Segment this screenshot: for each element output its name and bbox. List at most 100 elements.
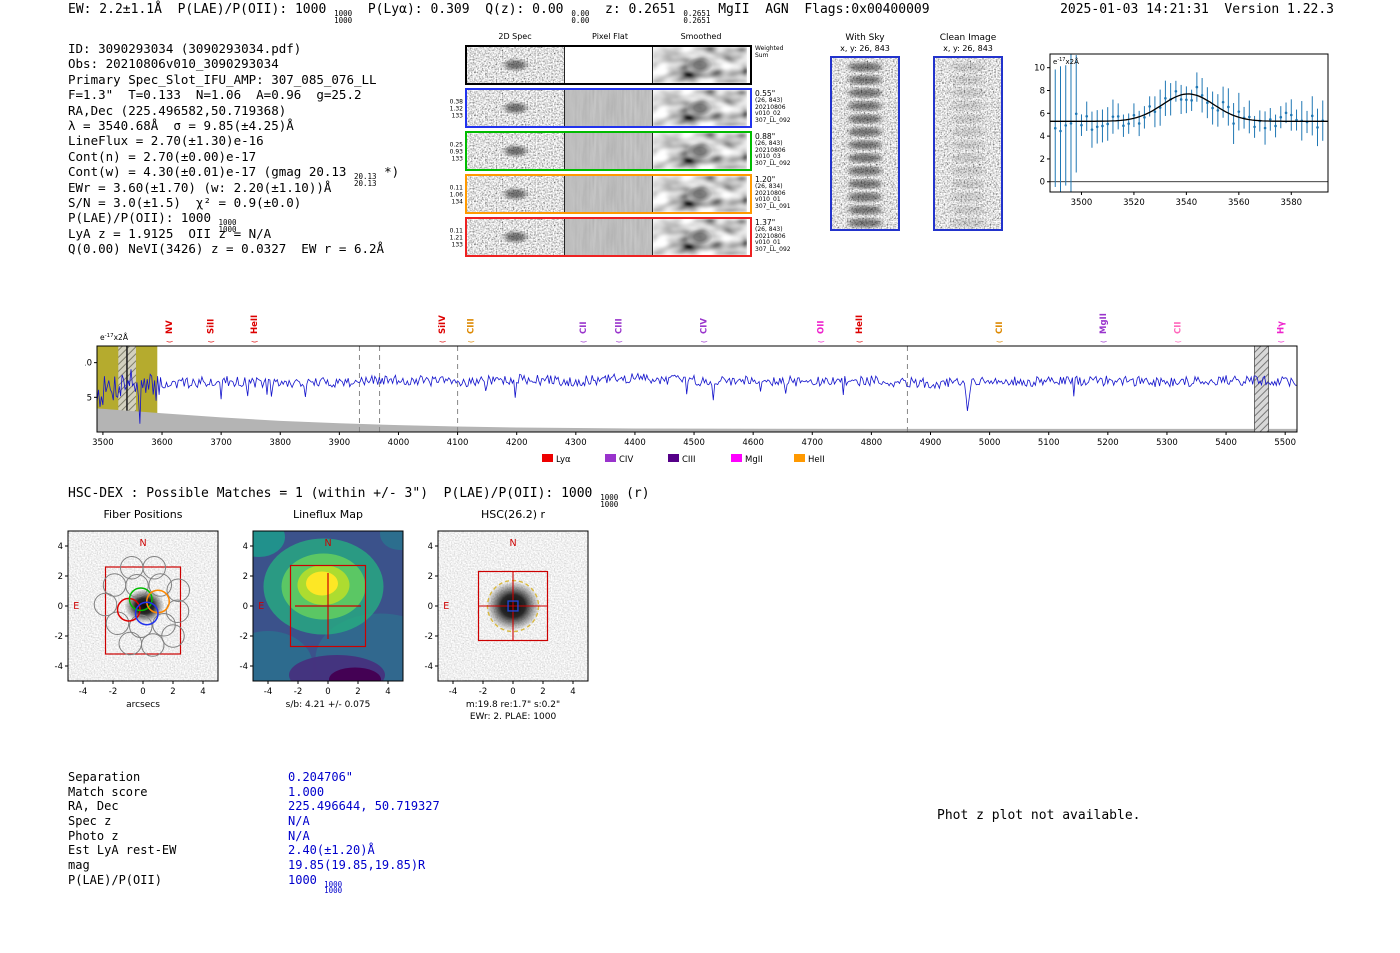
circle-el (1179, 98, 1183, 101)
text-el: 5200 (1097, 438, 1119, 448)
text-el: 4 (243, 542, 248, 552)
cutout-row-weighted-sum: Weighted Sum (443, 45, 843, 86)
match-field-label: Est LyA rest-EW (68, 843, 177, 858)
text-el: 5400 (1215, 438, 1237, 448)
text-el: -2 (294, 687, 302, 697)
match-field-label: Spec z (68, 814, 112, 829)
text-el: ( (856, 340, 864, 343)
svg-el (467, 133, 564, 169)
with-sky-image (830, 56, 900, 231)
text-el: 5000 (979, 438, 1001, 448)
spec2d-strip (467, 47, 565, 83)
rect-el (794, 454, 805, 462)
circle-el (1284, 111, 1288, 115)
circle-el (1289, 113, 1293, 117)
text-el: 4 (428, 542, 433, 552)
text-el: -2 (479, 687, 487, 697)
text-el: 4600 (742, 438, 764, 448)
text-el: 4300 (565, 438, 587, 448)
ellipse-el (951, 140, 985, 150)
match-table-row: mag 19.85(19.85,19.85)R (68, 858, 440, 873)
ellipse-el (500, 144, 531, 158)
ellipse-el (951, 62, 985, 72)
text-el: -4 (79, 687, 87, 697)
text-el: -2 (55, 632, 63, 642)
cutout-row-fiber: 0.11 1.06 134 1.20" (26, 834) 20210806 v010_01… (443, 174, 843, 215)
text-el: 4 (200, 687, 205, 697)
info-line: S/N = 3.0(±1.5) χ² = 0.9(±0.0) (68, 195, 399, 210)
compass-east-label: E (73, 601, 79, 612)
match-field-value: 225.496644, 50.719327 (288, 799, 440, 814)
ellipse-el (951, 192, 985, 202)
svg-el (935, 58, 1001, 229)
text-el: ( (701, 340, 709, 343)
ellipse-el (951, 205, 985, 215)
text-segment: Cont(w) = 4.30(±0.01)e-17 (gmag 20.13 (68, 164, 354, 180)
text-el: 2 (58, 572, 63, 582)
match-field-value: 2.40(±1.20)Å (288, 843, 375, 858)
div-el: 133 (451, 241, 463, 248)
text-el: ( (207, 340, 215, 343)
cutout-row-left-labels: 0.25 0.93 133 (443, 141, 463, 162)
text-segment: Q(0.00) NeVI(3426) z = 0.0327 EW r = 6.2… (68, 241, 385, 257)
clean-image-coords: x, y: 26, 843 (943, 44, 993, 53)
text-segment: *) (376, 164, 400, 180)
div-el: 134 (451, 198, 463, 205)
text-el: 4 (58, 542, 63, 552)
div-el: 133 (451, 112, 463, 119)
text-el: 4100 (447, 438, 469, 448)
info-line: Cont(w) = 4.30(±0.01)e-17 (gmag 20.13 20… (68, 164, 400, 186)
pixelflat-strip (565, 47, 653, 83)
info-line: LineFlux = 2.70(±1.30)e-16 (68, 133, 399, 148)
text-segment: EW: 2.2±1.1Å P(LAE)/P(OII): 1000 (68, 2, 335, 17)
text-el: 3600 (151, 438, 173, 448)
text-el: HeII (808, 455, 825, 465)
svg-el (565, 176, 652, 212)
spec2d-strip (467, 90, 565, 126)
col-header-2d-spec: 2D Spec (498, 32, 532, 41)
text-el: 2 (1040, 155, 1045, 165)
text-el: 4700 (801, 438, 823, 448)
hsc-match-header: HSC-DEX : Possible Matches = 1 (within +… (68, 486, 650, 508)
legend-item-CIV: CIV (605, 454, 633, 465)
svg-el (653, 90, 747, 126)
div-el: 0.38 (449, 98, 463, 105)
text-segment: HSC-DEX : Possible Matches = 1 (within +… (68, 486, 601, 501)
ellipse-el (500, 187, 531, 201)
info-line: LyA z = 1.9125 OII z = N/A (68, 226, 399, 241)
line-label-CIII: CIII (614, 318, 624, 334)
text-el: ( (615, 340, 623, 343)
cutout-row-right-labels: Weighted Sum (755, 45, 783, 59)
compass-east-label: E (258, 601, 264, 612)
svg-el (653, 176, 747, 212)
with-sky-title: With Sky (845, 33, 885, 43)
circle-el (1053, 126, 1057, 130)
cutout-row-right-labels: 0.88" (26, 843) 20210806 v010_03 307_LL_092 (755, 132, 791, 167)
tspan-el: x2Å (114, 333, 129, 342)
div-el: Sum (755, 51, 769, 59)
with-sky-panel: With Sky x, y: 26, 843 (825, 33, 905, 231)
ellipse-el (687, 100, 713, 116)
circle-el (1195, 85, 1199, 89)
ellipse-el (951, 153, 985, 163)
info-line: ID: 3090293034 (3090293034.pdf) (68, 41, 399, 56)
text-el: ( (439, 340, 447, 343)
spectrum-trace (96, 369, 1298, 424)
plot-frame (96, 345, 1298, 433)
circle-el (1148, 105, 1151, 108)
div-el: 307_LL_092 (755, 159, 791, 167)
clean-image-panel: Clean Image x, y: 26, 843 (928, 33, 1008, 231)
circle-el (1132, 113, 1136, 117)
text-el: ( (996, 340, 1004, 343)
text-el: 8 (1040, 86, 1045, 96)
text-el: 0 (428, 602, 433, 612)
cutout-row-right-labels: 1.37" (26, 843) 20210806 v010_01 307_LL_092 (755, 218, 791, 253)
text-el: 0 (243, 602, 248, 612)
circle-el (1090, 128, 1094, 131)
span-el: 0.00 (571, 15, 590, 25)
ellipse-el (687, 229, 713, 245)
legend-item-HeII: HeII (794, 454, 825, 465)
text-el: 4900 (920, 438, 942, 448)
ellipse-el (951, 166, 985, 176)
ellipse-el (848, 179, 882, 189)
